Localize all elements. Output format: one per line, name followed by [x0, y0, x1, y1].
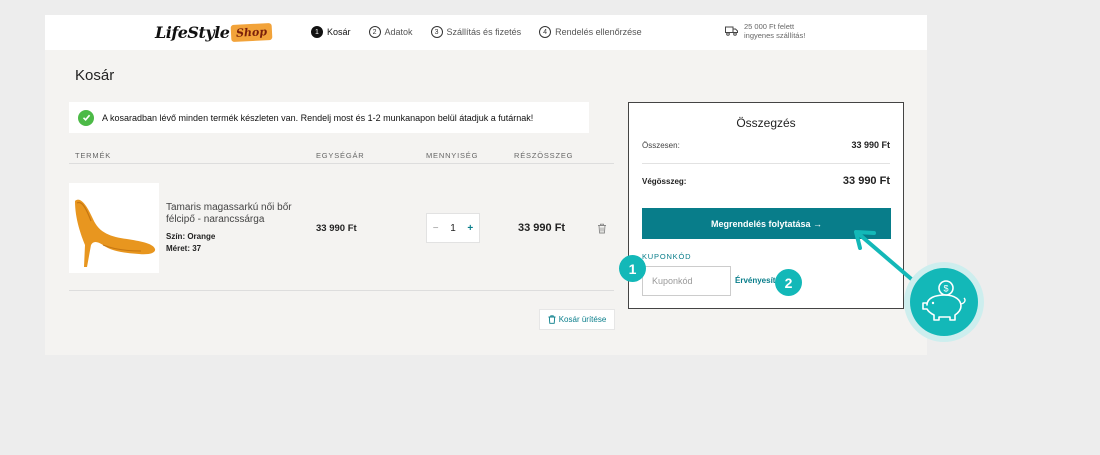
summary-divider	[642, 163, 890, 164]
step-number: 4	[539, 26, 552, 38]
quantity-value[interactable]: 1	[450, 223, 456, 234]
apply-coupon-link[interactable]: Érvényesít	[735, 276, 775, 285]
step-details[interactable]: 2 Adatok	[368, 26, 413, 38]
step-number: 3	[430, 26, 443, 38]
notice-text: A kosaradban lévő minden termék készlete…	[102, 112, 534, 123]
unit-price: 33 990 Ft	[316, 223, 357, 234]
annotation-badge-2: 2	[775, 269, 802, 296]
empty-cart-button[interactable]: Kosár ürítése	[539, 309, 615, 330]
total-value: 33 990 Ft	[851, 140, 890, 150]
trash-icon[interactable]	[597, 223, 607, 234]
page-title: Kosár	[75, 67, 115, 84]
total-label: Összesen:	[642, 140, 680, 150]
check-icon	[78, 109, 94, 126]
step-number: 1	[311, 26, 323, 38]
logo-badge: Shop	[230, 22, 273, 42]
column-header-product: TERMÉK	[75, 151, 112, 160]
step-cart[interactable]: 1 Kosár	[311, 26, 351, 38]
header-bar: LifeStyle Shop 1 Kosár 2 Adatok 3 Szállí…	[45, 15, 927, 50]
trash-icon	[548, 315, 556, 324]
header-divider	[69, 163, 614, 164]
step-label: Kosár	[327, 27, 351, 37]
coupon-input[interactable]	[642, 266, 731, 296]
quantity-increase-button[interactable]: +	[467, 223, 473, 234]
step-number: 2	[368, 26, 381, 38]
step-label: Szállítás és fizetés	[446, 27, 522, 37]
grand-total-value: 33 990 Ft	[842, 175, 890, 187]
step-review[interactable]: 4 Rendelés ellenőrzése	[539, 26, 642, 38]
checkout-steps: 1 Kosár 2 Adatok 3 Szállítás és fizetés …	[311, 26, 660, 38]
stock-notice: A kosaradban lévő minden termék készlete…	[69, 102, 589, 133]
piggy-bank-icon-glyph: $	[922, 280, 966, 321]
coupon-label: KUPONKÓD	[642, 252, 692, 261]
shipping-line-1: 25 000 Ft felett	[744, 22, 795, 31]
summary-title: Összegzés	[736, 116, 796, 130]
empty-cart-label: Kosár ürítése	[558, 315, 607, 324]
grand-total-label: Végösszeg:	[642, 176, 687, 186]
logo-text: LifeStyle	[155, 22, 230, 42]
piggy-bank-icon: $	[910, 268, 978, 336]
column-header-unit-price: EGYSÉGÁR	[316, 151, 365, 160]
step-label: Adatok	[384, 27, 413, 37]
row-divider	[69, 290, 614, 291]
quantity-stepper: − 1 +	[426, 213, 480, 243]
truck-icon	[725, 26, 738, 36]
page-frame: LifeStyle Shop 1 Kosár 2 Adatok 3 Szállí…	[45, 15, 927, 355]
svg-text:$: $	[943, 284, 948, 294]
product-image[interactable]	[69, 183, 159, 273]
summary-grand-total-row: Végösszeg: 33 990 Ft	[642, 175, 890, 187]
shoe-image	[75, 199, 156, 267]
product-color: Szín: Orange	[166, 232, 216, 241]
row-subtotal: 33 990 Ft	[518, 222, 566, 234]
shipping-line-2: ingyenes szállítás!	[744, 31, 806, 40]
product-size: Méret: 37	[166, 244, 202, 253]
quantity-decrease-button[interactable]: −	[433, 223, 439, 234]
product-name[interactable]: Tamaris magassarkú női bőr félcipő - nar…	[166, 202, 306, 226]
summary-total-row: Összesen: 33 990 Ft	[642, 140, 890, 150]
free-shipping-info: 25 000 Ft felett ingyenes szállítás!	[725, 22, 805, 40]
annotation-badge-1: 1	[619, 255, 646, 282]
logo[interactable]: LifeStyle Shop	[155, 21, 273, 43]
column-header-subtotal: RÉSZÖSSZEG	[514, 151, 574, 160]
step-shipping-payment[interactable]: 3 Szállítás és fizetés	[430, 26, 522, 38]
step-label: Rendelés ellenőrzése	[555, 27, 642, 37]
column-header-quantity: MENNYISÉG	[426, 151, 479, 160]
